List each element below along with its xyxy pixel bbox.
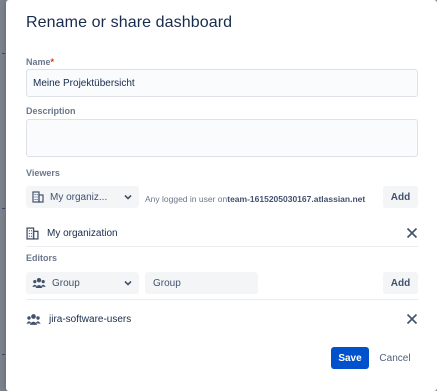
required-marker: * [50,57,55,67]
editors-group-select[interactable]: Group [145,272,258,294]
name-input-value: Meine Projektübersicht [33,77,135,89]
description-label: Description [26,106,76,116]
divider [26,246,418,247]
chevron-down-icon [124,194,132,200]
editors-add-button[interactable]: Add [383,272,418,294]
description-textarea[interactable] [26,119,418,157]
divider [26,299,418,300]
editors-type-select[interactable]: Group [26,272,139,294]
chevron-down-icon [124,280,132,286]
name-input[interactable]: Meine Projektübersicht [26,69,418,97]
backdrop-mark [2,208,5,209]
save-button[interactable]: Save [331,347,369,369]
name-label: Name* [26,57,54,67]
backdrop-mark [2,354,5,355]
viewer-entry-label: My organization [47,227,118,239]
cancel-button[interactable]: Cancel [375,347,415,369]
editors-group-placeholder: Group [153,277,181,289]
building-icon [32,191,44,203]
rename-share-dialog: Rename or share dashboard Name* Meine Pr… [6,0,437,391]
viewer-entry-my-organization: My organization [26,223,418,243]
helper-site: team-1615205030167.atlassian.net [227,194,366,204]
viewers-label: Viewers [26,168,60,178]
dialog-title: Rename or share dashboard [26,14,233,31]
viewers-add-button[interactable]: Add [383,186,418,208]
viewers-helper-text: Any logged in user onteam-1615205030167.… [145,194,365,204]
backdrop-mark [2,53,5,54]
editors-type-value: Group [52,277,80,289]
close-icon[interactable] [406,313,418,325]
building-icon [26,226,39,240]
helper-prefix: Any logged in user on [145,194,228,204]
editor-entry-jira-software-users: jira-software-users [26,309,418,329]
name-label-text: Name [26,57,51,67]
people-icon [32,278,46,288]
editor-entry-label: jira-software-users [49,313,132,325]
editors-label: Editors [26,253,58,263]
viewers-type-select[interactable]: My organiz... [26,186,139,208]
close-icon[interactable] [406,227,418,239]
people-icon [26,313,41,325]
viewers-type-value: My organiz... [50,191,108,203]
